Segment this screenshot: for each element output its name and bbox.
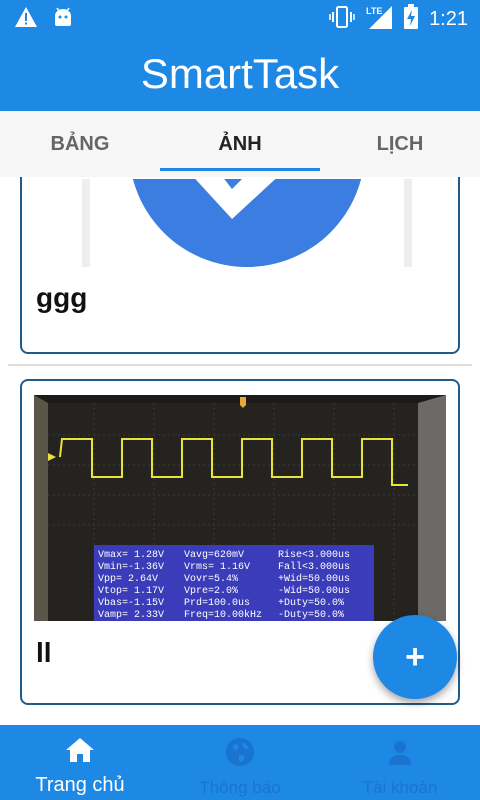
person-icon — [385, 737, 415, 772]
app-bar: SmartTask — [0, 36, 480, 111]
tab-bar: BẢNG ẢNH LỊCH — [0, 111, 480, 177]
scope-readout: Vbas=-1.15V — [98, 597, 164, 609]
scope-readout: Vrms= 1.16V — [184, 562, 250, 573]
scope-readout: Vmax= 1.28V — [98, 550, 164, 561]
nav-home-label: Trang chủ — [35, 774, 125, 796]
nav-notifications-label: Thông báo — [199, 778, 281, 797]
scope-readout: -Wid=50.00us — [278, 585, 350, 597]
home-icon — [65, 737, 95, 768]
battery-charging-icon — [403, 4, 419, 35]
tab-calendar[interactable]: LỊCH — [320, 111, 480, 177]
globe-icon — [225, 737, 255, 772]
photo-card-title: ggg — [36, 282, 88, 313]
scope-readout: Vmin=-1.36V — [98, 561, 164, 573]
scope-readout: Vavg=620mV — [184, 550, 244, 561]
android-icon — [52, 6, 74, 33]
svg-text:LTE: LTE — [366, 6, 382, 16]
tab-board[interactable]: BẢNG — [0, 111, 160, 177]
plus-icon: + — [405, 638, 425, 676]
scope-readout: Freq=10.00kHz — [184, 609, 262, 621]
nav-account-label: Tài khoản — [362, 778, 438, 797]
nav-home[interactable]: Trang chủ — [0, 725, 160, 800]
warning-icon — [14, 6, 38, 33]
bottom-nav: Trang chủ Thông báo Tài khoản — [0, 725, 480, 800]
scope-readout: +Wid=50.00us — [278, 573, 350, 585]
add-photo-button[interactable]: + — [373, 615, 457, 699]
scope-readout: Vpre=2.0% — [184, 586, 238, 597]
scope-readout: Fall<3.000us — [278, 561, 350, 573]
vibrate-icon — [329, 5, 355, 34]
tab-photos[interactable]: ẢNH — [160, 111, 320, 177]
lte-signal-icon: LTE — [365, 4, 393, 35]
divider — [8, 364, 472, 366]
scope-readout: Vamp= 2.33V — [98, 610, 164, 621]
scope-readout: Vpp= 2.64V — [98, 574, 158, 585]
scope-readout: Vtop= 1.17V — [98, 586, 164, 597]
nav-notifications[interactable]: Thông báo — [160, 725, 320, 800]
check-mark-image — [82, 179, 412, 267]
status-time: 1:21 — [429, 8, 468, 30]
photo-card[interactable]: ggg — [20, 177, 460, 354]
app-title: SmartTask — [140, 49, 340, 97]
photo-card-title: ll — [36, 637, 52, 668]
scope-readout: -Duty=50.0% — [278, 610, 344, 621]
oscilloscope-photo: Vmax= 1.28V Vavg=620mV Rise<3.000us Vmin… — [34, 395, 446, 621]
scope-readout: Prd=100.0us — [184, 597, 250, 609]
status-bar: LTE 1:21 — [0, 0, 480, 36]
nav-account[interactable]: Tài khoản — [320, 725, 480, 800]
scope-readout: +Duty=50.0% — [278, 598, 344, 609]
scope-readout: Rise<3.000us — [278, 549, 350, 561]
scope-readout: Vovr=5.4% — [184, 574, 238, 585]
